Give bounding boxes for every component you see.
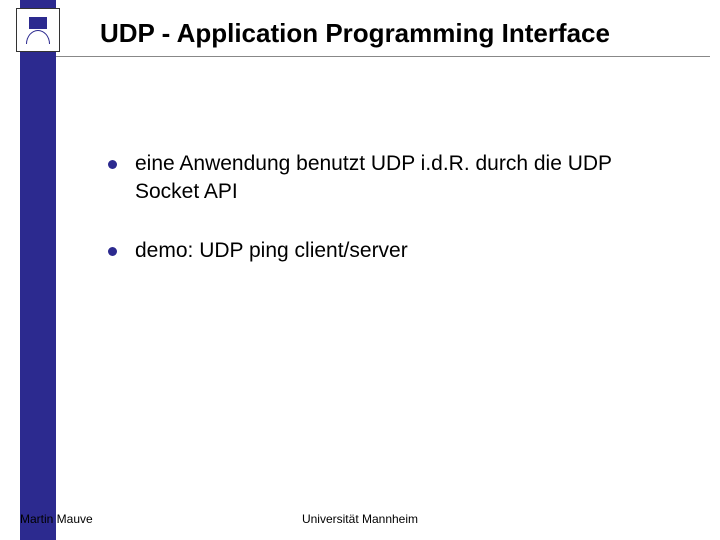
bullet-text: eine Anwendung benutzt UDP i.d.R. durch … — [135, 150, 680, 207]
title-underline — [56, 56, 710, 57]
footer-institution: Universität Mannheim — [0, 512, 720, 526]
university-logo — [16, 8, 60, 52]
content-area: eine Anwendung benutzt UDP i.d.R. durch … — [108, 150, 680, 295]
left-accent-stripe — [20, 0, 56, 540]
logo-icon — [22, 14, 54, 46]
list-item: eine Anwendung benutzt UDP i.d.R. durch … — [108, 150, 680, 207]
bullet-text: demo: UDP ping client/server — [135, 237, 680, 265]
list-item: demo: UDP ping client/server — [108, 237, 680, 265]
bullet-icon — [108, 247, 117, 256]
title-area: UDP - Application Programming Interface — [100, 18, 690, 49]
bullet-icon — [108, 160, 117, 169]
slide-title: UDP - Application Programming Interface — [100, 18, 690, 49]
